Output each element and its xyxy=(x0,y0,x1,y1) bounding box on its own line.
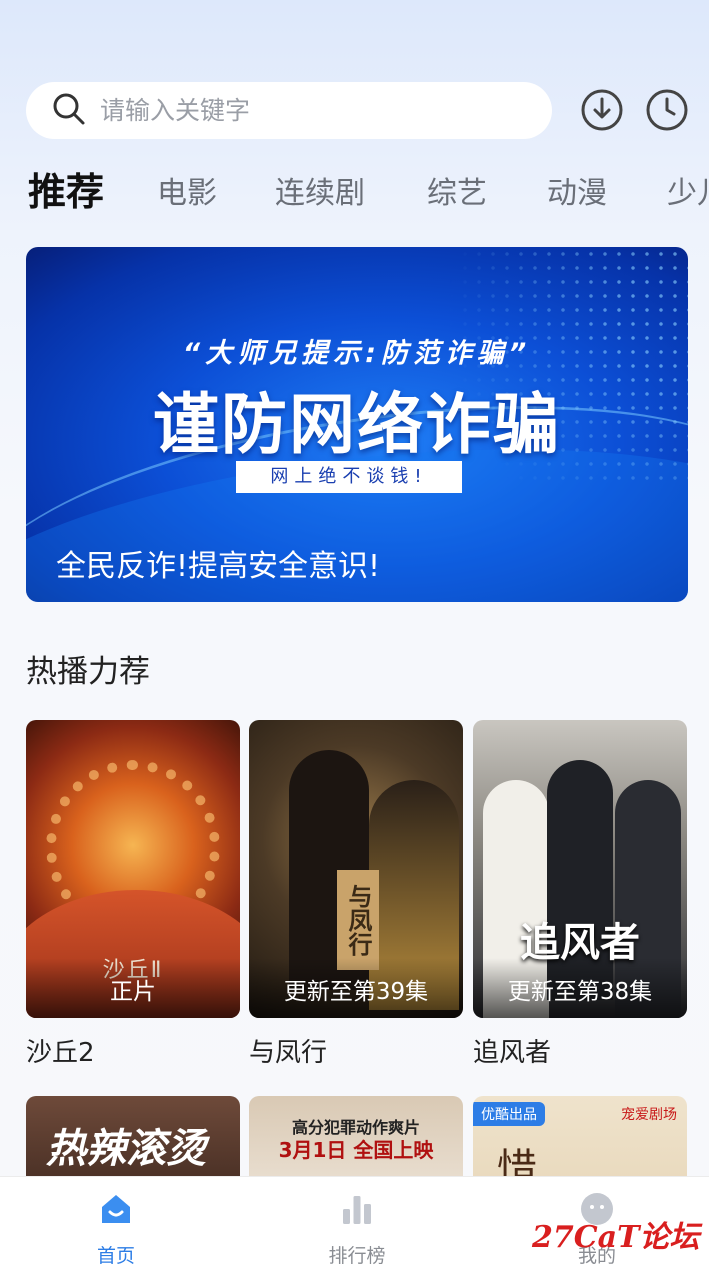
banner-subtitle: “大师兄提示:防范诈骗” xyxy=(182,338,532,369)
home-icon xyxy=(98,1191,134,1227)
banner-tag: 网上绝不谈钱! xyxy=(236,461,462,493)
search-icon xyxy=(52,92,86,130)
poster-title[interactable]: 追风者 xyxy=(473,1032,551,1069)
ranking-icon xyxy=(339,1191,375,1227)
tab-recommend[interactable]: 推荐 xyxy=(28,166,104,220)
tab-kids[interactable]: 少儿 xyxy=(667,166,709,222)
download-icon[interactable] xyxy=(580,88,624,132)
nav-label: 首页 xyxy=(96,1245,135,1267)
poster-logo-text: 与凤行 xyxy=(337,870,379,970)
poster-card[interactable]: 追风者 更新至第38集 xyxy=(473,720,687,1018)
nav-home[interactable]: 首页 xyxy=(46,1177,186,1273)
tab-variety[interactable]: 综艺 xyxy=(427,166,487,222)
tab-series[interactable]: 连续剧 xyxy=(275,166,365,222)
poster-title[interactable]: 沙丘2 xyxy=(26,1032,95,1069)
nav-label: 排行榜 xyxy=(328,1245,386,1267)
episode-badge: 更新至第39集 xyxy=(249,958,463,1018)
episode-badge: 正片 xyxy=(26,958,240,1018)
search-bar[interactable] xyxy=(26,82,552,139)
producer-tag: 优酷出品 xyxy=(473,1102,545,1126)
forum-watermark: 27CaT论坛 xyxy=(532,1220,700,1255)
poster-logo-text: 热辣滚烫 xyxy=(46,1126,206,1172)
banner-title: 谨防网络诈骗 xyxy=(153,386,561,463)
search-input[interactable] xyxy=(100,96,500,125)
tab-anime[interactable]: 动漫 xyxy=(547,166,607,222)
nav-ranking[interactable]: 排行榜 xyxy=(287,1177,427,1273)
tab-movies[interactable]: 电影 xyxy=(157,166,217,222)
banner-caption: 全民反诈!提高安全意识! xyxy=(56,549,381,584)
poster-text: 宠爱剧场 xyxy=(621,1107,677,1123)
history-icon[interactable] xyxy=(645,88,689,132)
section-title: 热播力荐 xyxy=(26,654,150,690)
category-tabs: 推荐 电影 连续剧 综艺 动漫 少儿 xyxy=(0,166,709,222)
promo-banner[interactable]: “大师兄提示:防范诈骗” 谨防网络诈骗 网上绝不谈钱! 全民反诈!提高安全意识! xyxy=(26,247,688,602)
poster-text: 3月1日 全国上映 xyxy=(278,1138,434,1162)
poster-card[interactable]: 沙丘Ⅱ 正片 xyxy=(26,720,240,1018)
episode-badge: 更新至第38集 xyxy=(473,958,687,1018)
poster-title[interactable]: 与凤行 xyxy=(249,1032,327,1069)
poster-card[interactable]: 与凤行 更新至第39集 xyxy=(249,720,463,1018)
